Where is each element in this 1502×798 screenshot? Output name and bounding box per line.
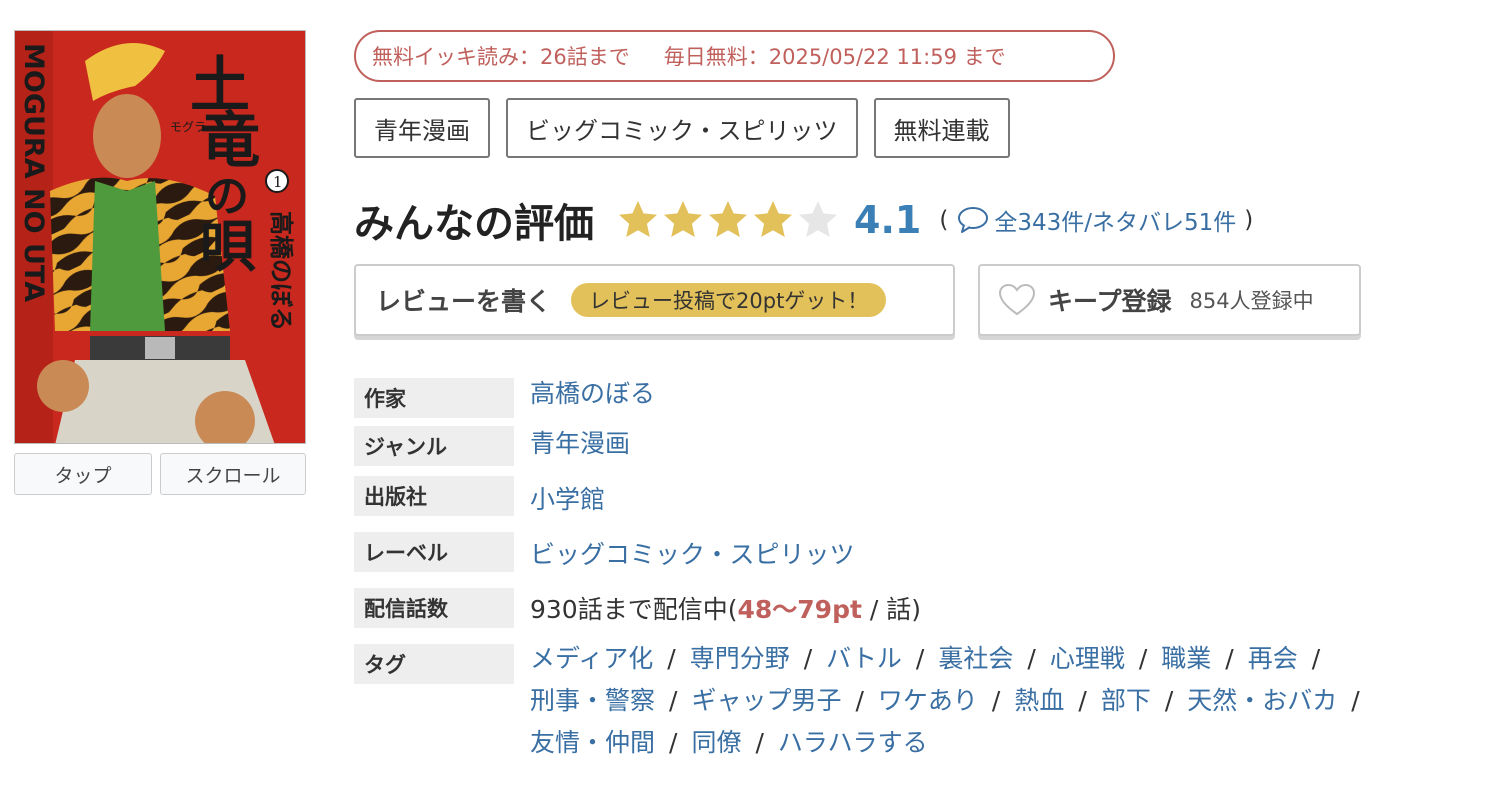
cover-title-char: 唄: [200, 214, 256, 280]
rating-score: 4.1: [854, 198, 922, 242]
star-filled-icon: [664, 201, 702, 237]
cover-romaji: MOGURA NO UTA: [18, 43, 49, 302]
tag-link[interactable]: ワケあり: [878, 686, 978, 715]
genre-tag-free-serial[interactable]: 無料連載: [873, 98, 1010, 158]
scroll-button[interactable]: スクロール: [160, 453, 306, 495]
publisher-label: 出版社: [354, 476, 514, 516]
star-empty-icon: [799, 201, 837, 237]
tag-link[interactable]: 友情・仲間: [530, 728, 655, 757]
review-points-badge: レビュー投稿で20ptゲット！: [571, 283, 887, 317]
tag-separator: /: [1351, 686, 1360, 715]
tag-separator: /: [667, 644, 676, 673]
tag-link[interactable]: 天然・おバカ: [1187, 686, 1337, 715]
episodes-label: 配信話数: [354, 588, 514, 628]
star-filled-icon: [754, 201, 792, 237]
tag-separator: /: [669, 728, 678, 757]
tag-separator: /: [1027, 644, 1036, 673]
tag-link[interactable]: 職業: [1161, 644, 1211, 673]
cover-volume: 1: [273, 173, 283, 191]
episodes-prefix: 930話まで配信中(: [530, 595, 738, 624]
tap-button[interactable]: タップ: [14, 453, 152, 495]
keep-button[interactable]: キープ登録 854人登録中: [978, 264, 1361, 336]
tag-separator: /: [915, 644, 925, 673]
heart-icon: [998, 283, 1036, 316]
author-link[interactable]: 高橋のぼる: [530, 374, 655, 410]
episodes-suffix: / 話): [861, 595, 921, 624]
binge-free-text: 無料イッキ読み：26話まで: [372, 45, 630, 69]
close-paren: ): [1244, 207, 1254, 233]
tag-list: メディア化 / 専門分野 / バトル / 裏社会 / 心理戦 / 職業 / 再会 / 刑事・警察 / ギャップ男…: [530, 638, 1490, 764]
review-count-link[interactable]: 全343件/ネタバレ51件: [994, 203, 1236, 237]
review-count: ( 全343件/ネタバレ51件 ): [939, 203, 1253, 237]
star-filled-icon: [709, 201, 747, 237]
star-filled-icon: [619, 201, 657, 237]
cover-image[interactable]: 土 竜 の 唄 モグラ 1 高橋のぼる MOGURA NO UTA: [14, 30, 306, 444]
cover-illustration: 土 竜 の 唄 モグラ 1 高橋のぼる MOGURA NO UTA: [15, 31, 305, 443]
tag-separator: /: [1078, 686, 1087, 715]
tag-separator: /: [991, 686, 1001, 715]
daily-free-text: 毎日無料：2025/05/22 11:59 まで: [663, 45, 1006, 69]
tag-separator: /: [1311, 644, 1321, 673]
tag-link[interactable]: 部下: [1101, 686, 1151, 715]
genre-tag-seinen[interactable]: 青年漫画: [354, 98, 490, 158]
tag-link[interactable]: メディア化: [530, 644, 653, 673]
tag-link[interactable]: 熱血: [1014, 686, 1064, 715]
tag-separator: /: [803, 644, 813, 673]
tag-link[interactable]: ハラハラする: [778, 728, 928, 757]
rating-row: みんなの評価 4.1 ( 全343件/ネタバレ51件 ): [354, 190, 1253, 250]
tag-separator: /: [755, 728, 764, 757]
tag-link[interactable]: 専門分野: [690, 644, 790, 673]
star-rating: [616, 198, 840, 242]
label-label: レーベル: [354, 532, 514, 572]
free-reading-banner: 無料イッキ読み：26話まで 毎日無料：2025/05/22 11:59 まで: [354, 30, 1115, 82]
genre-label: ジャンル: [354, 426, 514, 466]
tag-separator: /: [669, 686, 678, 715]
cover-author: 高橋のぼる: [267, 211, 296, 331]
tag-separator: /: [1164, 686, 1174, 715]
tag-link[interactable]: 再会: [1248, 644, 1298, 673]
keep-label: キープ登録: [1048, 287, 1172, 316]
tag-link[interactable]: バトル: [826, 644, 902, 673]
tag-link[interactable]: 刑事・警察: [530, 686, 655, 715]
speech-bubble-icon: [958, 207, 989, 233]
tag-link[interactable]: 心理戦: [1050, 644, 1125, 673]
write-review-button[interactable]: レビューを書く レビュー投稿で20ptゲット！: [354, 264, 955, 336]
label-link[interactable]: ビッグコミック・スピリッツ: [530, 535, 855, 571]
tag-link[interactable]: ギャップ男子: [691, 686, 841, 715]
write-review-label: レビューを書く: [376, 287, 552, 316]
episodes-value: 930話まで配信中(48〜79pt / 話): [530, 590, 921, 626]
tag-link[interactable]: 同僚: [691, 728, 741, 757]
tag-separator: /: [1225, 644, 1234, 673]
tag-link[interactable]: 裏社会: [938, 644, 1013, 673]
author-label: 作家: [354, 378, 514, 418]
genre-link[interactable]: 青年漫画: [530, 424, 630, 460]
tags-label: タグ: [354, 644, 514, 684]
tag-separator: /: [855, 686, 864, 715]
publisher-link[interactable]: 小学館: [530, 480, 605, 516]
genre-tag-big-comic-spirits[interactable]: ビッグコミック・スピリッツ: [506, 98, 858, 158]
rating-title: みんなの評価: [354, 201, 594, 247]
tag-separator: /: [1138, 644, 1148, 673]
keep-count: 854人登録中: [1189, 289, 1314, 313]
cover-title-char: 竜: [200, 106, 260, 176]
genre-tag-row: 青年漫画 ビッグコミック・スピリッツ 無料連載: [354, 98, 1010, 158]
cover-furigana: モグラ: [170, 120, 206, 134]
open-paren: (: [939, 207, 949, 233]
episodes-price: 48〜79pt: [737, 595, 862, 624]
